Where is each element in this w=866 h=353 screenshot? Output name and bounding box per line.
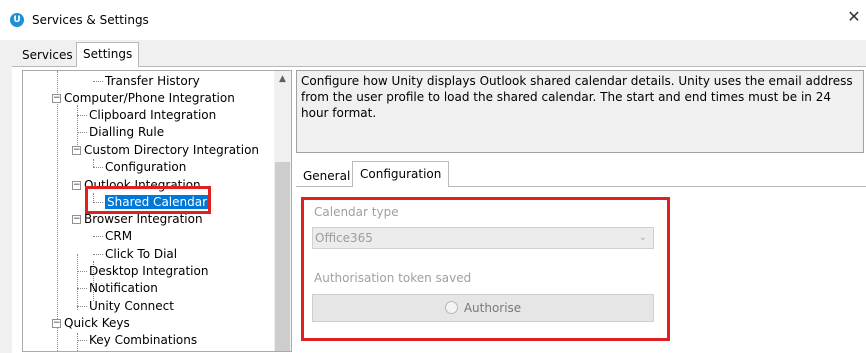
tree-connector [77,115,87,116]
tree-item-label: Notification [89,281,158,295]
tree-scrollbar[interactable]: ▲ [274,71,291,351]
tab-configuration[interactable]: Configuration [352,161,450,187]
tree-connector [93,167,103,168]
tree-connector [93,236,103,237]
collapse-icon[interactable]: − [72,181,81,190]
tree-item-label: Custom Directory Integration [84,143,260,157]
tree-item-configuration[interactable]: Configuration [93,159,186,176]
close-icon[interactable]: ✕ [846,8,862,26]
tree-item-browser-integration[interactable]: − Browser Integration [72,211,203,228]
tree-item-label: Outlook Integration [84,178,201,192]
description-text: Configure how Unity displays Outlook sha… [296,70,864,153]
calendar-type-label: Calendar type [314,205,399,219]
tree-item-computer-phone-integration[interactable]: − Computer/Phone Integration [52,90,235,107]
tree-connector [93,81,103,82]
authorise-label: Authorise [463,301,522,315]
tree-connector [77,271,87,272]
tree-item-label: Key Combinations [89,333,198,347]
tree-connector [77,340,87,341]
tree-item-notification[interactable]: Notification [77,280,158,297]
tree-item-unity-connect[interactable]: Unity Connect [77,298,174,315]
settings-tree: Transfer History − Computer/Phone Integra… [22,70,292,352]
title-bar: U Services & Settings ✕ [0,0,866,40]
tree-item-label: Quick Keys [64,316,130,330]
authorise-button[interactable]: Authorise [312,294,654,322]
tree-item-key-combinations[interactable]: Key Combinations [77,332,197,349]
tree-item-quick-keys[interactable]: − Quick Keys [52,315,130,332]
tree-item-label: CRM [105,229,133,243]
tree-connector [93,254,103,255]
tree-item-label: Unity Connect [89,299,174,313]
collapse-icon[interactable]: − [52,319,61,328]
tree-connector [77,288,87,289]
tree-item-label: Shared Calendar [105,195,210,209]
tree-item-click-to-dial[interactable]: Click To Dial [93,246,177,263]
unity-app-icon: U [10,13,24,27]
collapse-icon[interactable]: − [72,215,81,224]
tree-item-label: Transfer History [105,74,200,88]
scroll-thumb[interactable] [275,162,290,351]
tree-item-desktop-integration[interactable]: Desktop Integration [77,263,208,280]
calendar-type-dropdown[interactable]: Office365 ⌄ [312,227,654,249]
globe-icon [444,301,458,314]
tree-item-label: Click To Dial [105,247,178,261]
tree-item-custom-directory-integration[interactable]: − Custom Directory Integration [72,142,259,159]
tree-item-clipboard-integration[interactable]: Clipboard Integration [77,107,216,124]
tree-item-label: Desktop Integration [89,264,209,278]
authorisation-token-label: Authorisation token saved [314,271,472,285]
tree-item-label: Dialling Rule [89,125,165,139]
tree-item-label: Computer/Phone Integration [64,91,235,105]
tree-item-label: Configuration [105,160,187,174]
collapse-icon[interactable]: − [52,94,61,103]
tree-item-outlook-integration[interactable]: − Outlook Integration [72,177,201,194]
tree-connector [77,306,87,307]
tab-settings[interactable]: Settings [76,42,140,67]
tree-item-label: Clipboard Integration [89,108,217,122]
tree-connector [93,202,103,203]
tree-item-crm[interactable]: CRM [93,228,132,245]
tree-item-transfer-history[interactable]: Transfer History [93,73,200,90]
tab-services[interactable]: Services [16,45,79,67]
tree-item-label: Browser Integration [84,212,203,226]
tree-item-dialling-rule[interactable]: Dialling Rule [77,124,164,141]
scroll-up-arrow-icon[interactable]: ▲ [274,71,291,88]
tab-general[interactable]: General [298,166,355,188]
chevron-down-icon: ⌄ [638,232,647,243]
tree-connector [77,132,87,133]
tree-item-shared-calendar[interactable]: Shared Calendar [93,194,210,211]
window-title: Services & Settings [32,13,149,27]
calendar-type-value: Office365 [315,231,373,245]
collapse-icon[interactable]: − [72,146,81,155]
